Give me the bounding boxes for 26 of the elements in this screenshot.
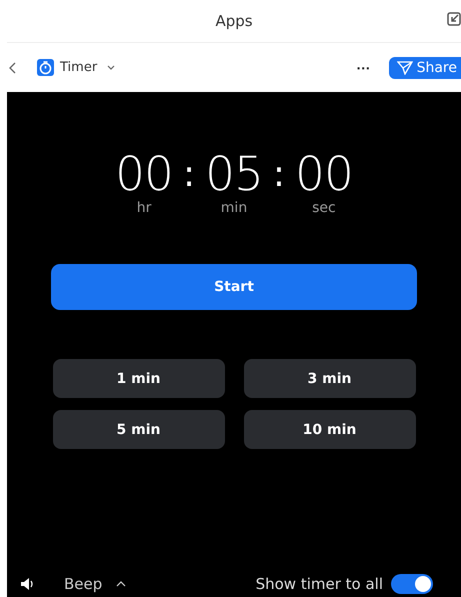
time-separator: : <box>182 153 196 197</box>
show-timer-toggle[interactable] <box>391 574 433 594</box>
unit-label: min <box>220 200 248 216</box>
unit-label: hr <box>136 200 152 216</box>
preset-button[interactable]: 10 min <box>244 410 416 449</box>
chevron-down-icon[interactable] <box>107 65 116 70</box>
preset-button[interactable]: 5 min <box>52 410 224 449</box>
sound-name[interactable]: Beep <box>64 575 102 593</box>
back-icon[interactable] <box>9 62 17 74</box>
send-icon <box>396 60 413 74</box>
chevron-up-icon[interactable] <box>116 581 126 587</box>
more-button[interactable]: ··· <box>356 60 371 76</box>
time-value[interactable]: 05 <box>205 152 263 198</box>
time-value[interactable]: 00 <box>295 152 353 198</box>
popout-icon[interactable] <box>447 12 461 26</box>
window-title: Apps <box>215 12 253 30</box>
unit-label: sec <box>312 200 336 216</box>
share-button[interactable]: Share <box>388 56 461 78</box>
show-timer-label: Show timer to all <box>256 575 383 593</box>
preset-button[interactable]: 3 min <box>244 359 416 398</box>
time-value[interactable]: 00 <box>115 152 173 198</box>
app-name[interactable]: Timer <box>60 60 98 75</box>
preset-button[interactable]: 1 min <box>52 359 224 398</box>
time-separator: : <box>272 153 286 197</box>
stopwatch-icon <box>37 59 54 76</box>
start-button[interactable]: Start <box>51 264 417 310</box>
